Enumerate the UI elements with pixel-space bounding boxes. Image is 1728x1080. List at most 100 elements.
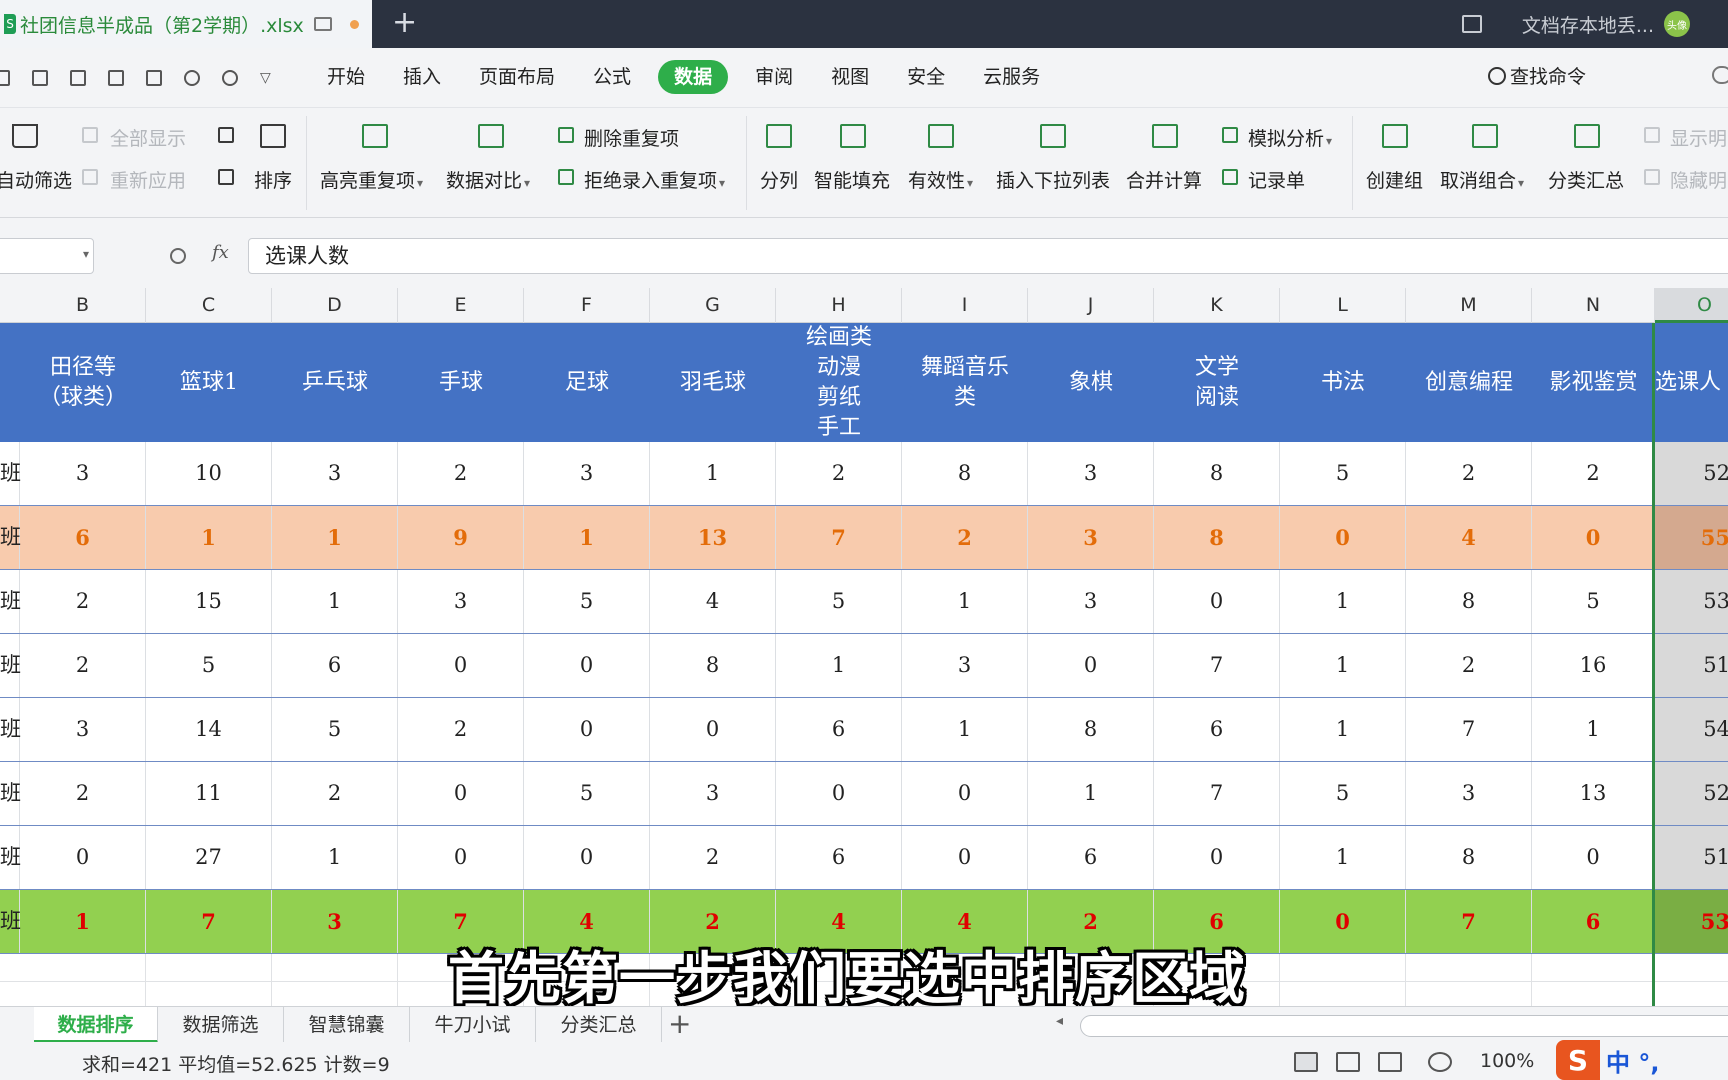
record-form-button[interactable]: 记录单 (1248, 166, 1305, 193)
table-cell[interactable]: 3 (650, 762, 776, 825)
table-cell[interactable]: 0 (1154, 826, 1280, 889)
table-cell[interactable]: 1 (650, 442, 776, 505)
split-column-button[interactable]: 分列 (760, 166, 798, 193)
scroll-left-icon[interactable]: ◂ (1056, 1013, 1063, 1029)
create-group-button[interactable]: 创建组 (1366, 166, 1423, 193)
table-cell[interactable]: 2 (20, 570, 146, 633)
reject-duplicate-button[interactable]: 拒绝录入重复项 ▾ (584, 166, 725, 193)
table-cell[interactable]: 1 (1532, 698, 1655, 761)
table-cell[interactable]: 11 (146, 762, 272, 825)
preview-icon[interactable] (146, 70, 162, 86)
table-cell[interactable]: 53 (1655, 570, 1728, 633)
undo-icon[interactable] (184, 70, 200, 86)
table-cell[interactable]: 7 (146, 890, 272, 953)
table-cell[interactable]: 5 (524, 570, 650, 633)
column-header-g[interactable]: G (650, 288, 776, 323)
table-cell[interactable]: 16 (1532, 634, 1655, 697)
reading-mode-icon[interactable] (1378, 1052, 1402, 1072)
hide-detail-button[interactable]: 隐藏明 (1670, 166, 1727, 193)
sheet-tab-tips[interactable]: 智慧锦囊 (284, 1007, 410, 1043)
table-cell[interactable]: 0 (20, 826, 146, 889)
insert-dropdown-button[interactable]: 插入下拉列表 (996, 166, 1110, 193)
table-cell[interactable]: 1 (272, 826, 398, 889)
new-tab-button[interactable]: + (392, 8, 417, 38)
row-label-cell[interactable]: 班 (0, 698, 21, 761)
column-header-k[interactable]: K (1154, 288, 1280, 323)
table-cell[interactable]: 55 (1655, 506, 1728, 569)
table-header-cell[interactable]: 手球 (398, 323, 524, 442)
table-cell[interactable]: 0 (1280, 506, 1406, 569)
reapply-button[interactable]: 重新应用 (110, 166, 186, 193)
menu-start[interactable]: 开始 (316, 60, 376, 94)
zoom-level[interactable]: 100% (1480, 1050, 1534, 1072)
column-header-f[interactable]: F (524, 288, 650, 323)
sheet-tab-subtotal[interactable]: 分类汇总 (536, 1007, 662, 1043)
table-header-cell[interactable]: 舞蹈音乐 类 (902, 323, 1028, 442)
table-cell[interactable]: 3 (1028, 442, 1154, 505)
table-header-cell[interactable]: 文学 阅读 (1154, 323, 1280, 442)
table-cell[interactable]: 8 (650, 634, 776, 697)
table-cell[interactable]: 1 (146, 506, 272, 569)
table-cell[interactable]: 0 (1532, 826, 1655, 889)
column-header-j[interactable]: J (1028, 288, 1154, 323)
layout-icon[interactable] (1461, 15, 1482, 33)
sheet-tab-practice[interactable]: 牛刀小试 (410, 1007, 536, 1043)
column-header-c[interactable]: C (146, 288, 272, 323)
chat-icon[interactable] (1712, 66, 1728, 84)
horizontal-scrollbar[interactable] (1080, 1015, 1728, 1037)
table-cell[interactable]: 2 (398, 698, 524, 761)
column-header-l[interactable]: L (1280, 288, 1406, 323)
table-cell[interactable]: 10 (146, 442, 272, 505)
simulate-button[interactable]: 模拟分析 ▾ (1248, 124, 1332, 151)
add-sheet-button[interactable]: + (668, 1007, 691, 1041)
table-cell[interactable]: 1 (902, 698, 1028, 761)
table-cell[interactable]: 3 (20, 442, 146, 505)
table-cell[interactable]: 0 (776, 762, 902, 825)
table-cell[interactable]: 1 (20, 890, 146, 953)
open-icon[interactable] (0, 70, 10, 86)
save-icon[interactable] (32, 70, 48, 86)
table-cell[interactable]: 0 (524, 634, 650, 697)
sheet-tab-filter[interactable]: 数据筛选 (158, 1007, 284, 1043)
column-header-n[interactable]: N (1532, 288, 1655, 323)
table-header-cell[interactable]: 田径等 （球类） (20, 323, 146, 442)
table-cell[interactable]: 3 (20, 698, 146, 761)
remove-duplicate-button[interactable]: 删除重复项 (584, 124, 679, 151)
menu-page-layout[interactable]: 页面布局 (468, 60, 566, 94)
table-cell[interactable]: 13 (650, 506, 776, 569)
table-cell[interactable]: 53 (1655, 890, 1728, 953)
table-cell[interactable]: 0 (650, 698, 776, 761)
cloud-status[interactable]: 文档存本地丢... (1522, 11, 1654, 38)
print-icon[interactable] (108, 70, 124, 86)
column-header-i[interactable]: I (902, 288, 1028, 323)
table-cell[interactable]: 2 (1532, 442, 1655, 505)
table-cell[interactable]: 8 (1154, 506, 1280, 569)
table-cell[interactable]: 2 (902, 506, 1028, 569)
table-cell[interactable]: 7 (1154, 634, 1280, 697)
table-cell[interactable]: 52 (1655, 442, 1728, 505)
table-cell[interactable]: 14 (146, 698, 272, 761)
table-cell[interactable]: 6 (272, 634, 398, 697)
table-cell[interactable]: 1 (524, 506, 650, 569)
column-header-o[interactable]: O (1655, 288, 1728, 323)
table-cell[interactable]: 8 (902, 442, 1028, 505)
table-cell[interactable]: 5 (1280, 442, 1406, 505)
table-cell[interactable]: 52 (1655, 762, 1728, 825)
table-cell[interactable]: 3 (524, 442, 650, 505)
row-label-cell[interactable]: 班 (0, 890, 21, 953)
table-cell[interactable]: 1 (1280, 570, 1406, 633)
table-cell[interactable]: 3 (1406, 762, 1532, 825)
normal-view-icon[interactable] (1294, 1052, 1318, 1072)
table-cell[interactable]: 0 (1154, 570, 1280, 633)
row-label-cell[interactable]: 班 (0, 506, 21, 569)
validity-button[interactable]: 有效性 ▾ (908, 166, 973, 193)
table-cell[interactable]: 0 (1532, 506, 1655, 569)
pdf-icon[interactable] (70, 70, 86, 86)
menu-formula[interactable]: 公式 (582, 60, 642, 94)
table-cell[interactable]: 54 (1655, 698, 1728, 761)
sheet-tab-sort[interactable]: 数据排序 (34, 1007, 158, 1043)
column-header-h[interactable]: H (776, 288, 902, 323)
table-cell[interactable]: 5 (524, 762, 650, 825)
table-cell[interactable]: 1 (902, 570, 1028, 633)
column-header-m[interactable]: M (1406, 288, 1532, 323)
